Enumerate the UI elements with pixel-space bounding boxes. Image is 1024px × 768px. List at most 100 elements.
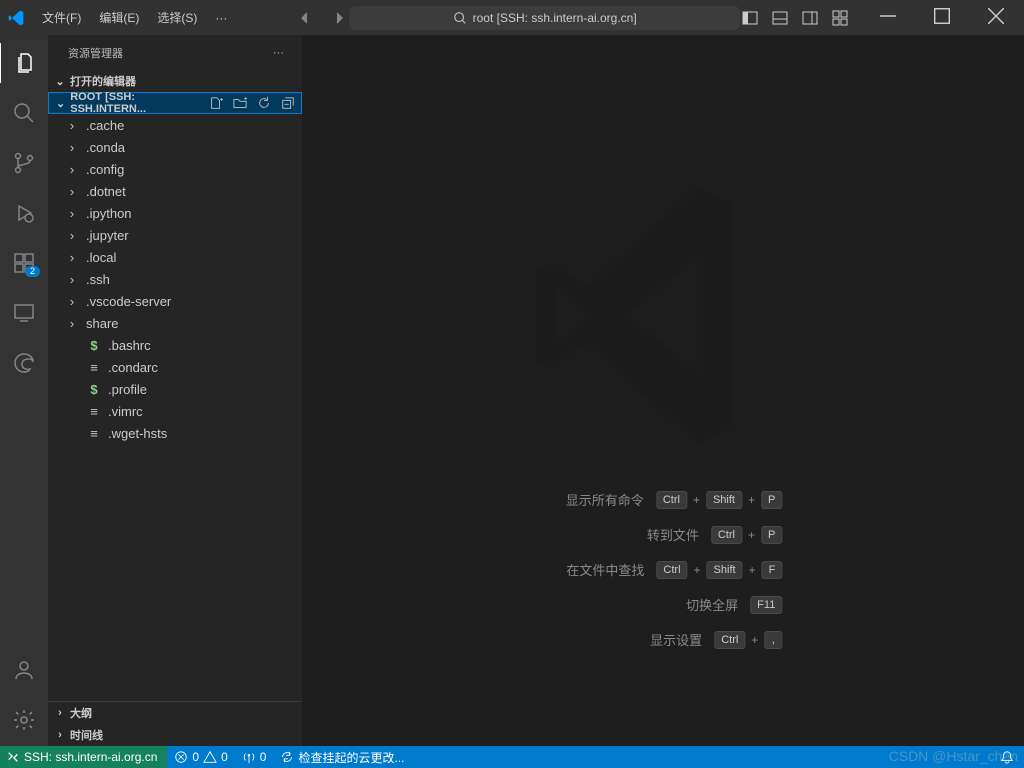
layout-panel-icon[interactable] xyxy=(772,10,788,26)
activity-explorer[interactable] xyxy=(0,43,47,83)
radio-tower-icon xyxy=(242,750,256,764)
account-icon xyxy=(12,658,36,682)
tree-file[interactable]: ≡ .wget-hsts xyxy=(48,422,302,444)
tree-file[interactable]: $ .bashrc xyxy=(48,334,302,356)
chevron-right-icon: › xyxy=(64,162,80,177)
debug-icon xyxy=(12,201,36,225)
chevron-right-icon: › xyxy=(64,118,80,133)
shortcut-label: 显示所有命令 xyxy=(554,490,644,509)
tree-folder[interactable]: ›.ssh xyxy=(48,268,302,290)
activity-search[interactable] xyxy=(0,93,48,133)
activity-debug[interactable] xyxy=(0,193,48,233)
menu-file[interactable]: 文件(F) xyxy=(34,5,89,30)
command-center-text: root [SSH: ssh.intern-ai.org.cn] xyxy=(473,11,637,25)
chevron-right-icon: › xyxy=(52,727,68,743)
key: , xyxy=(764,631,782,649)
section-timeline[interactable]: › 时间线 xyxy=(48,724,302,746)
key: P xyxy=(761,526,782,544)
menu-more[interactable]: ··· xyxy=(207,7,235,29)
tree-label: .vimrc xyxy=(108,404,143,419)
tree-file[interactable]: $ .profile xyxy=(48,378,302,400)
sidebar-explorer: 资源管理器 ··· ⌄ 打开的编辑器 ⌄ ROOT [SSH: SSH.INTE… xyxy=(48,35,303,746)
sidebar-more-icon[interactable]: ··· xyxy=(273,47,284,59)
tree-folder[interactable]: ›share xyxy=(48,312,302,334)
chevron-right-icon: › xyxy=(64,140,80,155)
tree-file[interactable]: ≡.condarc xyxy=(48,356,302,378)
activity-remote-explorer[interactable] xyxy=(0,293,48,333)
tree-folder[interactable]: ›.ipython xyxy=(48,202,302,224)
tree-folder[interactable]: ›.dotnet xyxy=(48,180,302,202)
nav-back-icon[interactable] xyxy=(297,10,313,26)
section-workspace[interactable]: ⌄ ROOT [SSH: SSH.INTERN... xyxy=(48,92,302,114)
status-problems[interactable]: 0 0 xyxy=(167,746,234,768)
chevron-right-icon: › xyxy=(64,316,80,331)
shortcut-row: 在文件中查找Ctrl+Shift+F xyxy=(554,560,783,579)
chevron-right-icon: › xyxy=(64,294,80,309)
gear-icon xyxy=(12,708,36,732)
activity-edge[interactable] xyxy=(0,343,48,383)
key: Ctrl xyxy=(711,526,742,544)
tree-file[interactable]: ≡.vimrc xyxy=(48,400,302,422)
command-center[interactable]: root [SSH: ssh.intern-ai.org.cn] xyxy=(349,6,740,30)
files-icon xyxy=(13,51,37,75)
tree-label: .vscode-server xyxy=(86,294,171,309)
tree-label: .config xyxy=(86,162,124,177)
status-ports[interactable]: 0 xyxy=(235,746,274,768)
editor-area: 显示所有命令Ctrl+Shift+P转到文件Ctrl+P在文件中查找Ctrl+S… xyxy=(303,35,1024,746)
new-folder-icon[interactable] xyxy=(233,96,247,110)
statusbar: SSH: ssh.intern-ai.org.cn 0 0 0 检查挂起的云更改… xyxy=(0,746,1024,768)
tree-folder[interactable]: › .jupyter xyxy=(48,224,302,246)
tree-label: .bashrc xyxy=(108,338,151,353)
window-minimize[interactable] xyxy=(868,4,908,31)
menu-edit[interactable]: 编辑(E) xyxy=(91,5,147,30)
menu-select[interactable]: 选择(S) xyxy=(149,5,205,30)
chevron-down-icon: ⌄ xyxy=(53,95,68,111)
activity-settings[interactable] xyxy=(0,700,48,740)
layout-sidebar-left-icon[interactable] xyxy=(742,10,758,26)
tree-label: .condarc xyxy=(108,360,158,375)
tree-label: .profile xyxy=(108,382,147,397)
remote-explorer-icon xyxy=(12,301,36,325)
error-icon xyxy=(174,750,188,764)
tree-folder[interactable]: › .conda xyxy=(48,136,302,158)
tree-label: .cache xyxy=(86,118,124,133)
tree-folder[interactable]: ›.local xyxy=(48,246,302,268)
file-tree: ›.cache›.conda›.config›.dotnet›.ipython›… xyxy=(48,114,302,444)
file-icon: $ xyxy=(86,382,102,397)
file-icon: ≡ xyxy=(86,426,102,441)
tree-folder[interactable]: › .vscode-server xyxy=(48,290,302,312)
sync-icon xyxy=(280,750,294,764)
layout-sidebar-right-icon[interactable] xyxy=(802,10,818,26)
layout-customize-icon[interactable] xyxy=(832,10,848,26)
activity-source-control[interactable] xyxy=(0,143,48,183)
vscode-logo-icon xyxy=(8,10,24,26)
key: Ctrl xyxy=(656,491,687,509)
key: F xyxy=(762,561,783,579)
nav-forward-icon[interactable] xyxy=(331,10,347,26)
new-file-icon[interactable] xyxy=(209,96,223,110)
key: Shift xyxy=(706,491,742,509)
section-open-editors[interactable]: ⌄ 打开的编辑器 xyxy=(48,70,302,92)
tree-folder[interactable]: › .cache xyxy=(48,114,302,136)
activity-extensions[interactable]: 2 xyxy=(0,243,48,283)
key: Shift xyxy=(707,561,743,579)
main: 2 资源管理器 ··· ⌄ 打开的编辑器 ⌄ ROOT [SSH: xyxy=(0,35,1024,746)
tree-label: .ipython xyxy=(86,206,132,221)
chevron-right-icon: › xyxy=(64,228,80,243)
tree-label: .wget-hsts xyxy=(108,426,167,441)
window-maximize[interactable] xyxy=(922,4,962,31)
collapse-all-icon[interactable] xyxy=(281,96,295,110)
status-remote-host[interactable]: SSH: ssh.intern-ai.org.cn xyxy=(0,746,167,768)
welcome-shortcuts: 显示所有命令Ctrl+Shift+P转到文件Ctrl+P在文件中查找Ctrl+S… xyxy=(554,490,783,649)
tree-folder[interactable]: › .config xyxy=(48,158,302,180)
tree-label: .jupyter xyxy=(86,228,129,243)
refresh-icon[interactable] xyxy=(257,96,271,110)
status-sync[interactable]: 检查挂起的云更改... xyxy=(273,746,411,768)
activity-account[interactable] xyxy=(0,650,48,690)
window-close[interactable] xyxy=(976,4,1016,31)
tree-label: .conda xyxy=(86,140,125,155)
chevron-down-icon: ⌄ xyxy=(52,73,68,89)
shortcut-row: 切换全屏F11 xyxy=(554,595,783,614)
file-icon: $ xyxy=(86,338,102,353)
section-outline[interactable]: › 大纲 xyxy=(48,702,302,724)
